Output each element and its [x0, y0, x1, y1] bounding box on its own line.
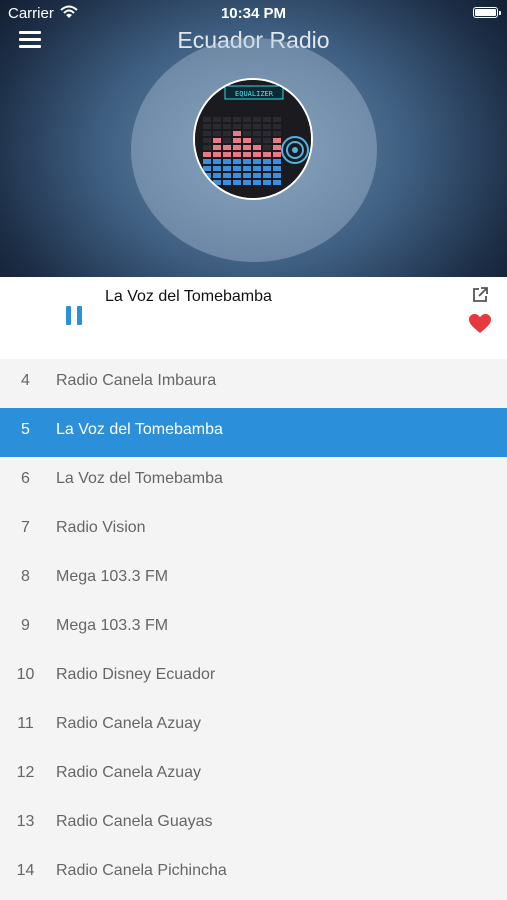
- station-number: 7: [21, 519, 30, 536]
- station-row[interactable]: 8 Mega 103.3 FM: [0, 555, 507, 604]
- station-name: Radio Vision: [56, 519, 146, 536]
- station-row[interactable]: 7 Radio Vision: [0, 506, 507, 555]
- now-playing-title: La Voz del Tomebamba: [105, 288, 272, 305]
- station-row[interactable]: 4 Radio Canela Imbaura: [0, 359, 507, 408]
- station-number: 4: [21, 372, 30, 389]
- station-row[interactable]: 11 Radio Canela Azuay: [0, 702, 507, 751]
- station-number: 10: [16, 666, 35, 683]
- station-number: 5: [21, 421, 30, 438]
- station-number: 12: [16, 764, 35, 781]
- pause-button[interactable]: [66, 306, 84, 325]
- station-row[interactable]: 14 Radio Canela Pichincha: [0, 849, 507, 898]
- battery-icon: [473, 7, 501, 18]
- station-number: 8: [21, 568, 30, 585]
- station-row[interactable]: 12 Radio Canela Azuay: [0, 751, 507, 800]
- status-bar: Carrier 10:34 PM: [0, 0, 507, 26]
- station-row[interactable]: 9 Mega 103.3 FM: [0, 604, 507, 653]
- station-row[interactable]: 6 La Voz del Tomebamba: [0, 457, 507, 506]
- station-name: La Voz del Tomebamba: [56, 470, 223, 487]
- station-name: Radio Canela Imbaura: [56, 372, 217, 389]
- station-name: Radio Canela Azuay: [56, 764, 201, 781]
- station-name: Mega 103.3 FM: [56, 568, 169, 585]
- station-name: Mega 103.3 FM: [56, 617, 169, 634]
- share-icon[interactable]: [471, 286, 489, 304]
- station-number: 9: [21, 617, 30, 634]
- station-name: Radio Disney Ecuador: [56, 666, 216, 683]
- station-name: Radio Canela Azuay: [56, 715, 201, 732]
- station-name: Radio Canela Pichincha: [56, 862, 227, 879]
- artwork-label: EQUALIZER: [235, 90, 274, 98]
- equalizer-artwork-icon: EQUALIZER: [195, 80, 311, 198]
- station-number: 11: [17, 715, 34, 732]
- station-row[interactable]: 10 Radio Disney Ecuador: [0, 653, 507, 702]
- status-time: 10:34 PM: [220, 5, 287, 22]
- station-number: 6: [21, 470, 30, 487]
- station-artwork: EQUALIZER: [193, 78, 313, 200]
- station-number: 13: [16, 813, 35, 830]
- station-name: La Voz del Tomebamba: [56, 421, 223, 438]
- station-name: Radio Canela Guayas: [56, 813, 213, 830]
- favorite-heart-icon[interactable]: [468, 312, 492, 336]
- hero-header: Carrier 10:34 PM Ecuador Radio EQUALIZER: [0, 0, 507, 277]
- station-row[interactable]: 13 Radio Canela Guayas: [0, 800, 507, 849]
- station-row[interactable]: 5 La Voz del Tomebamba: [0, 408, 507, 457]
- station-number: 14: [16, 862, 35, 879]
